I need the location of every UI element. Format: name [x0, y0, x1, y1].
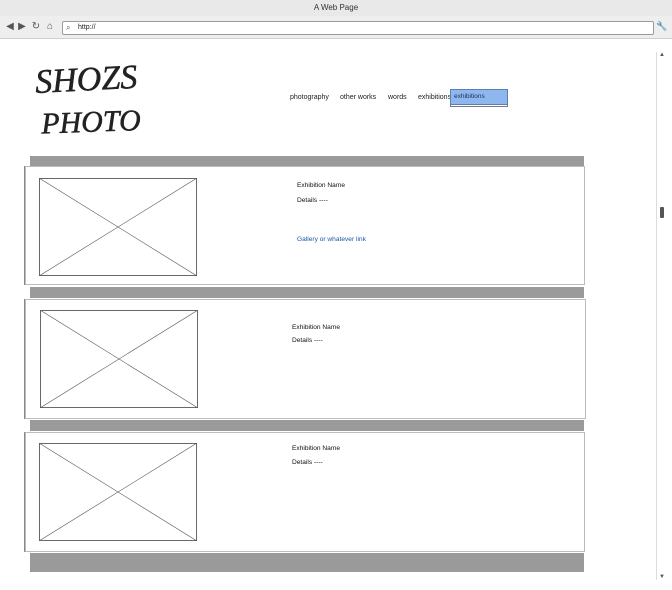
- search-icon: ⌕: [66, 23, 71, 32]
- nav-words[interactable]: words: [388, 94, 407, 101]
- exhibition-card-2: Exhibition Name Details ----: [25, 299, 586, 419]
- footer-band: [30, 553, 584, 572]
- url-text: http://: [78, 24, 96, 31]
- exhibition-name: Exhibition Name: [292, 445, 341, 452]
- home-icon[interactable]: ⌂: [44, 21, 56, 33]
- reload-icon[interactable]: ↻: [30, 21, 42, 33]
- nav-other-works[interactable]: other works: [340, 94, 376, 101]
- window-title: A Web Page: [0, 0, 672, 17]
- address-bar[interactable]: ⌕ http://: [62, 21, 654, 35]
- section-divider: [30, 420, 584, 431]
- back-icon[interactable]: ◀: [4, 21, 16, 33]
- exhibitions-dropdown-item[interactable]: exhibitions: [450, 89, 508, 105]
- exhibition-name: Exhibition Name: [297, 182, 346, 189]
- image-placeholder: [40, 310, 198, 408]
- wrench-icon[interactable]: 🔧: [656, 21, 667, 32]
- logo-line1: SHOZS: [34, 59, 138, 101]
- section-divider: [30, 287, 584, 298]
- exhibition-details: Details ----: [297, 197, 328, 204]
- exhibition-card-3: Exhibition Name Details ----: [25, 432, 585, 552]
- forward-icon[interactable]: ▶: [16, 21, 28, 33]
- gallery-link[interactable]: Gallery or whatever link: [297, 236, 366, 243]
- image-placeholder: [39, 443, 197, 541]
- scroll-down-icon[interactable]: ▼: [657, 574, 667, 580]
- image-placeholder: [39, 178, 197, 276]
- vertical-scrollbar[interactable]: ▲ ▼: [656, 52, 667, 580]
- dropdown-edge: [450, 105, 508, 107]
- logo-line2: PHOTO: [40, 104, 142, 140]
- exhibition-name: Exhibition Name: [292, 324, 341, 331]
- browser-toolbar: ◀ ▶ ↻ ⌂ ⌕ http:// 🔧: [0, 16, 672, 39]
- site-logo[interactable]: SHOZS PHOTO: [33, 56, 158, 146]
- scroll-up-icon[interactable]: ▲: [657, 52, 667, 58]
- exhibition-details: Details ----: [292, 459, 323, 466]
- exhibition-card-1: Exhibition Name Details ---- Gallery or …: [25, 166, 585, 285]
- nav-photography[interactable]: photography: [290, 94, 329, 101]
- exhibition-details: Details ----: [292, 337, 323, 344]
- nav-exhibitions[interactable]: exhibitions: [418, 94, 451, 101]
- scroll-thumb[interactable]: [660, 207, 664, 218]
